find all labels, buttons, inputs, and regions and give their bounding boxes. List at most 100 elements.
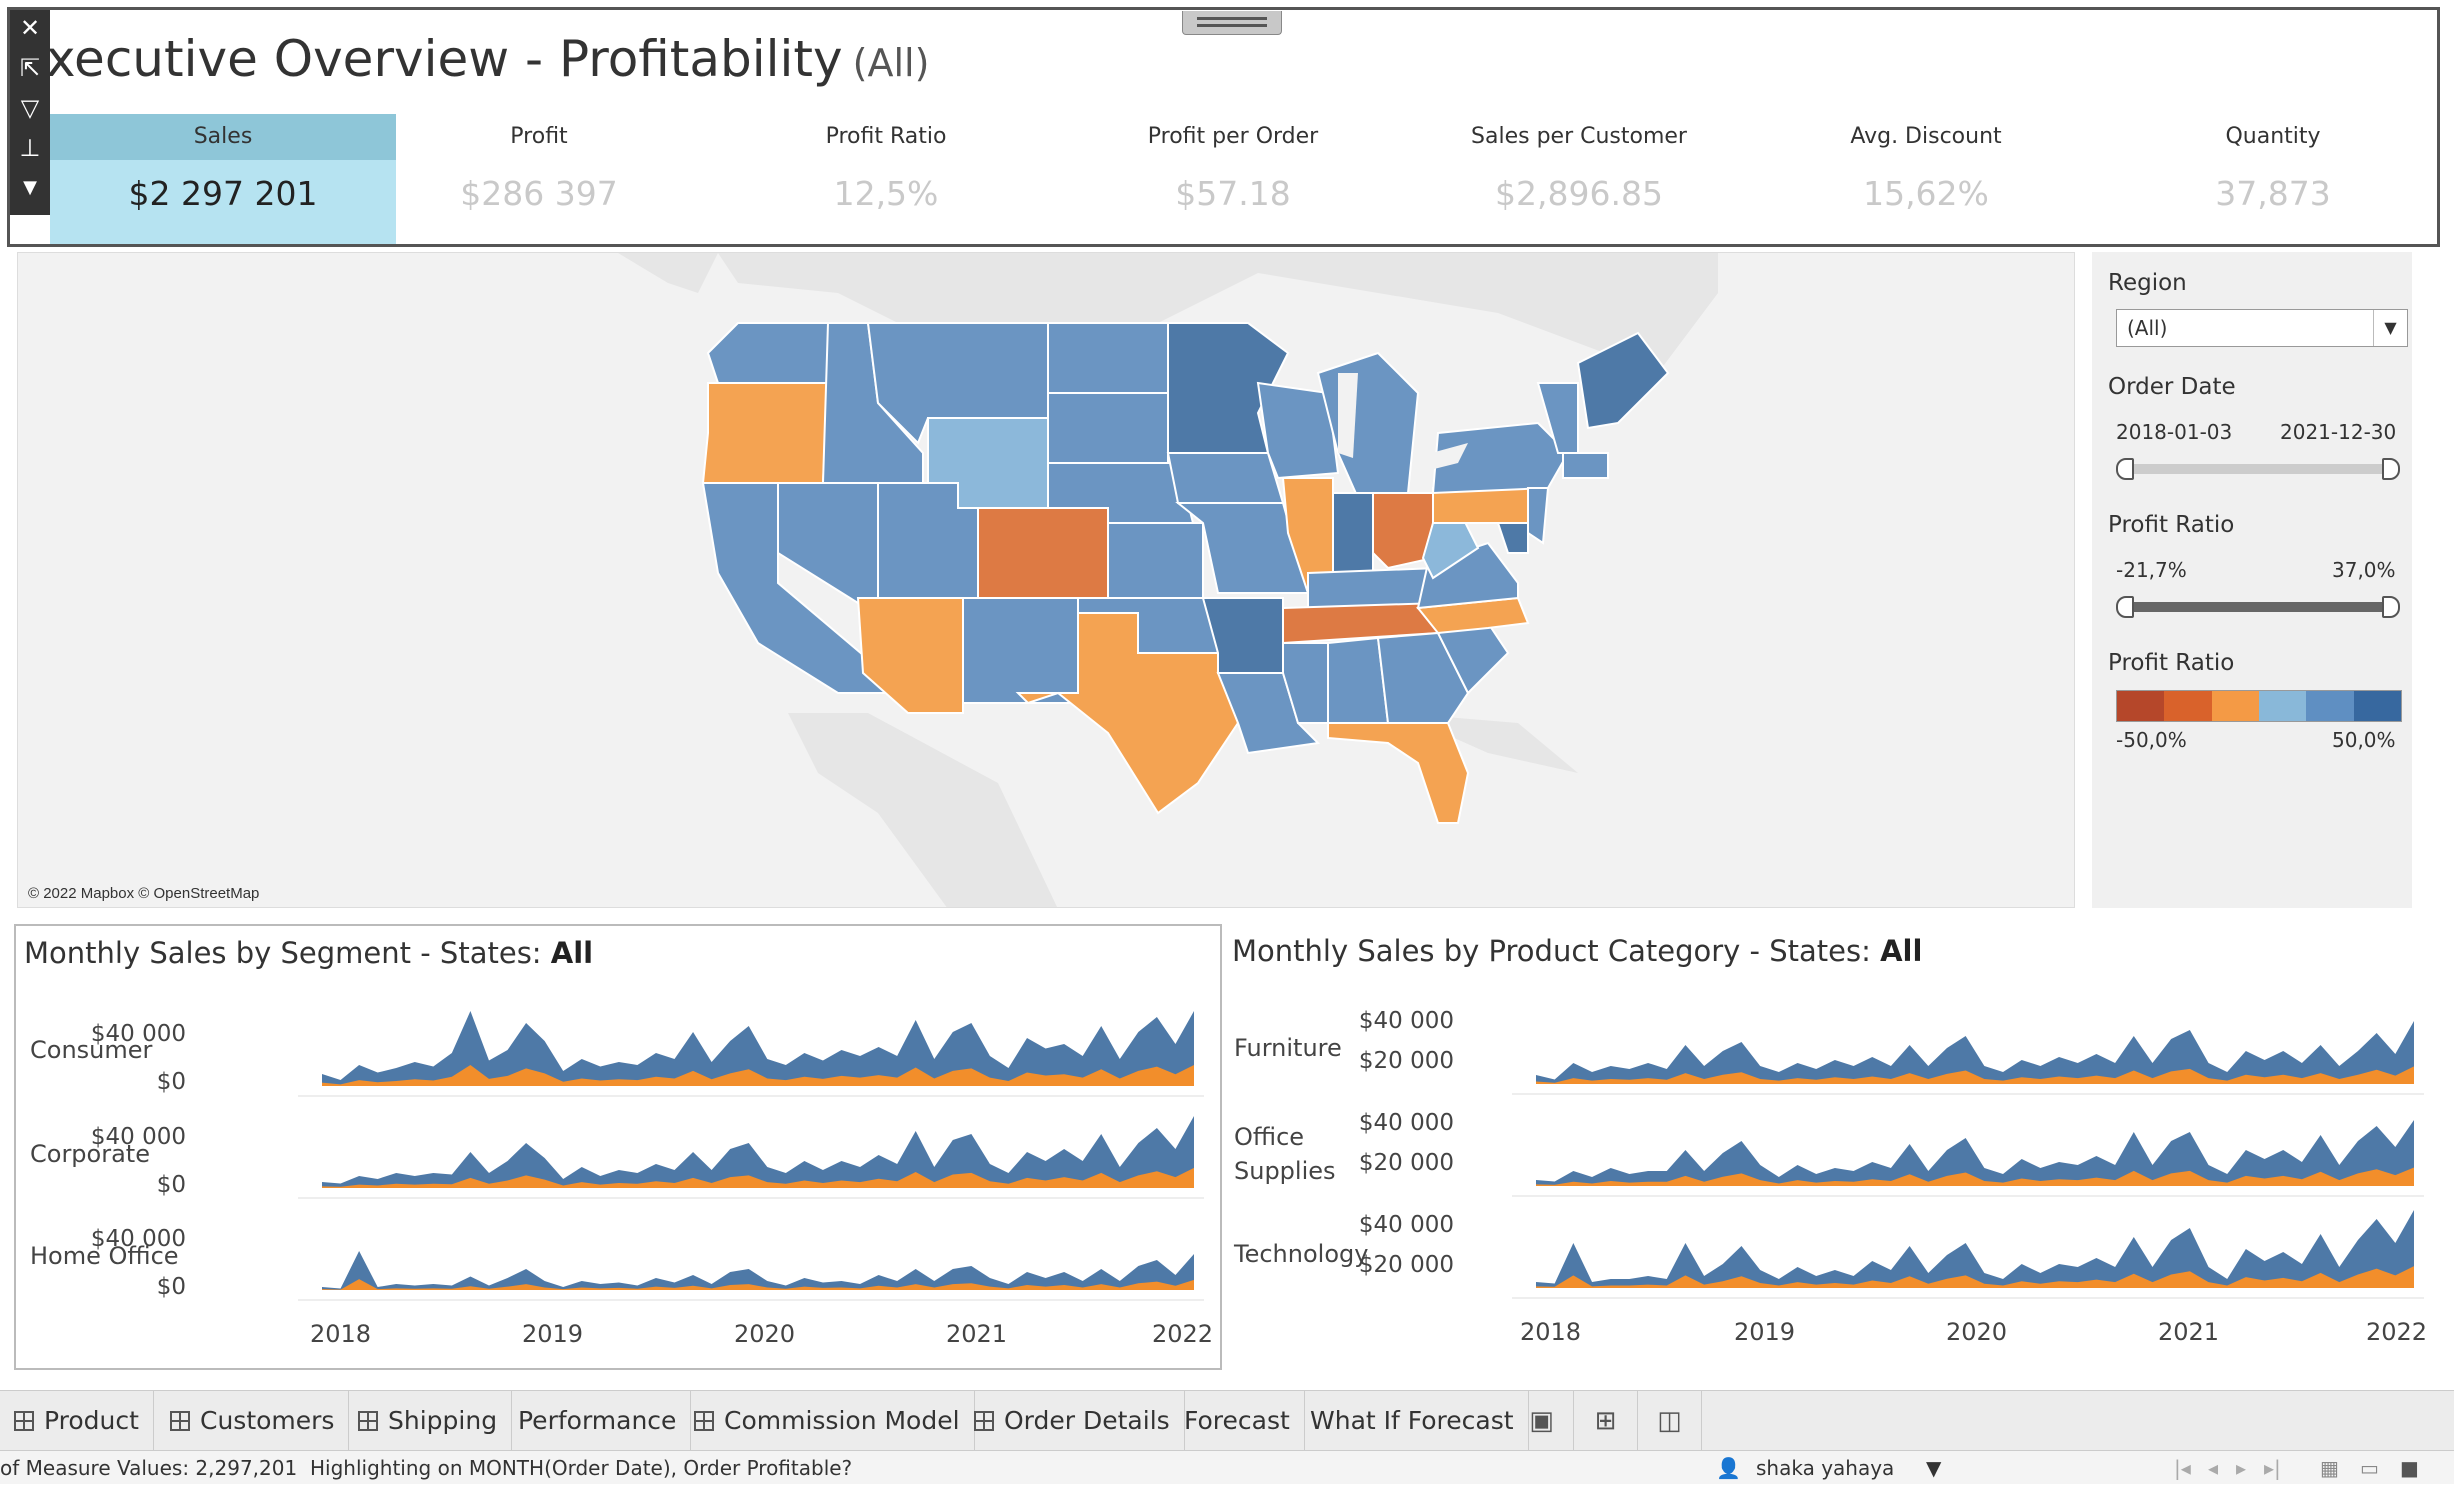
kpi-profit-per-order[interactable]: Profit per Order $57.18 <box>1060 114 1406 244</box>
state-new-mexico[interactable] <box>962 597 1079 704</box>
state-washington[interactable] <box>706 322 829 384</box>
order-date-end-handle[interactable] <box>2382 458 2400 480</box>
region-dropdown[interactable]: (All) ▼ <box>2116 309 2408 347</box>
kpi-label: Avg. Discount <box>1850 124 2002 149</box>
new-story-icon[interactable]: ◫ <box>1638 1391 1702 1451</box>
state-florida[interactable] <box>1327 722 1470 824</box>
profit-ratio-start-handle[interactable] <box>2116 596 2134 618</box>
y-tick: $20 000 <box>1358 1048 1454 1074</box>
x-tick: 2022 <box>1152 1320 1214 1348</box>
legend-swatch <box>2353 691 2401 721</box>
area-series-technology[interactable] <box>1536 1210 2414 1288</box>
region-dropdown-value: (All) <box>2127 316 2168 340</box>
x-tick: 2022 <box>2366 1318 2428 1346</box>
y-tick: $0 <box>156 1172 186 1198</box>
profit-map[interactable]: © 2022 Mapbox © OpenStreetMap <box>17 252 2075 908</box>
y-tick: $20 000 <box>1358 1150 1454 1176</box>
x-tick: 2020 <box>734 1320 796 1348</box>
lake-superior <box>1278 333 1378 358</box>
segment-area-plot[interactable] <box>298 996 1204 1314</box>
tab-order-details[interactable]: Order Details <box>960 1391 1185 1451</box>
kpi-profit[interactable]: Profit $286 397 <box>366 114 712 244</box>
kpi-value: 37,873 <box>2215 174 2331 213</box>
category-chart-title: Monthly Sales by Product Category - Stat… <box>1232 934 1922 968</box>
state-colorado[interactable] <box>977 507 1109 599</box>
state-oregon[interactable] <box>701 382 830 484</box>
tab-performance[interactable]: Performance <box>504 1391 692 1451</box>
kpi-sales-per-customer[interactable]: Sales per Customer $2,896.85 <box>1406 114 1752 244</box>
kpi-label: Profit Ratio <box>825 124 947 149</box>
state-michigan[interactable] <box>1316 351 1420 500</box>
title-text: xecutive Overview - Profitability <box>46 30 843 88</box>
legend-swatch <box>2164 691 2212 721</box>
state-massachusetts[interactable] <box>1562 452 1609 479</box>
state-south-dakota[interactable] <box>1047 392 1169 464</box>
kpi-avg-discount[interactable]: Avg. Discount 15,62% <box>1753 114 2099 244</box>
tab-view-icon[interactable]: ■ <box>2400 1451 2419 1485</box>
first-page-icon[interactable]: |◂ <box>2174 1451 2191 1485</box>
state-iowa[interactable] <box>1166 452 1285 504</box>
state-indiana[interactable] <box>1332 492 1374 585</box>
tab-shipping[interactable]: Shipping <box>344 1391 513 1451</box>
state-nevada[interactable] <box>777 482 879 604</box>
kpi-profit-ratio[interactable]: Profit Ratio 12,5% <box>713 114 1059 244</box>
filmstrip-view-icon[interactable]: ▭ <box>2360 1451 2379 1485</box>
grid-view-icon[interactable]: ▦ <box>2320 1451 2339 1485</box>
prev-page-icon[interactable]: ◂ <box>2208 1451 2218 1485</box>
chevron-down-icon[interactable]: ▼ <box>2373 310 2407 346</box>
dashboard-title: xecutive Overview - Profitability (All) <box>46 30 929 88</box>
kpi-label: Profit <box>510 124 568 149</box>
title-suffix: (All) <box>852 41 930 85</box>
status-bar: of Measure Values: 2,297,201 Highlightin… <box>0 1450 2454 1484</box>
area-series-furniture[interactable] <box>1536 1021 2414 1084</box>
tab-forecast[interactable]: Forecast <box>1170 1391 1305 1451</box>
grid-icon <box>974 1411 994 1431</box>
category-chart[interactable]: Monthly Sales by Product Category - Stat… <box>1224 924 2440 1370</box>
state-arizona[interactable] <box>856 597 964 714</box>
tab-commission-model[interactable]: Commission Model <box>680 1391 975 1451</box>
area-series-corporate[interactable] <box>322 1116 1194 1188</box>
state-maryland[interactable] <box>1496 522 1529 554</box>
filter-icon[interactable]: ▽ <box>16 94 44 122</box>
profit-ratio-slider[interactable] <box>2124 602 2394 612</box>
chart-title-bold: All <box>550 936 594 970</box>
user-icon: 👤 <box>1716 1456 1741 1480</box>
profit-ratio-legend-label: Profit Ratio <box>2108 650 2235 676</box>
close-icon[interactable]: ✕ <box>16 14 44 42</box>
tab-what-if-forecast[interactable]: What If Forecast <box>1296 1391 1529 1451</box>
more-icon[interactable]: ▼ <box>16 174 44 202</box>
kpi-sales[interactable]: Sales $2 297 201 <box>50 114 396 244</box>
y-tick: $20 000 <box>1358 1252 1454 1278</box>
tab-customers[interactable]: Customers <box>156 1391 350 1451</box>
state-north-dakota[interactable] <box>1047 322 1169 394</box>
drag-handle[interactable] <box>1182 11 1282 35</box>
status-measure: of Measure Values: 2,297,201 <box>0 1456 298 1480</box>
user-name[interactable]: shaka yahaya <box>1756 1451 1894 1485</box>
tab-label: Order Details <box>1004 1406 1170 1435</box>
last-page-icon[interactable]: ▸| <box>2264 1451 2281 1485</box>
chevron-down-icon[interactable]: ▼ <box>1926 1451 1941 1485</box>
pin-icon[interactable]: ⊥ <box>16 134 44 162</box>
state-kansas[interactable] <box>1107 522 1204 599</box>
new-dashboard-icon[interactable]: ⊞ <box>1574 1391 1638 1451</box>
y-tick: $40 000 <box>90 1124 186 1150</box>
dashboard: xecutive Overview - Profitability (All) ✕… <box>0 0 2454 1484</box>
order-date-start-handle[interactable] <box>2116 458 2134 480</box>
y-tick: $40 000 <box>90 1021 186 1047</box>
kpi-value: 12,5% <box>833 174 939 213</box>
tab-product[interactable]: Product <box>0 1391 154 1451</box>
profit-ratio-end-handle[interactable] <box>2382 596 2400 618</box>
kpi-quantity[interactable]: Quantity 37,873 <box>2100 114 2437 244</box>
tab-label: Customers <box>200 1406 335 1435</box>
segment-chart[interactable]: Monthly Sales by Segment - States: All C… <box>14 924 1222 1370</box>
area-series-home-office[interactable] <box>322 1251 1194 1290</box>
next-page-icon[interactable]: ▸ <box>2236 1451 2246 1485</box>
us-state-map[interactable]: © 2022 Mapbox © OpenStreetMap <box>18 253 2075 908</box>
category-area-plot[interactable] <box>1512 994 2424 1312</box>
new-sheet-icon[interactable]: ▣ <box>1510 1391 1574 1451</box>
order-date-slider[interactable] <box>2124 464 2394 474</box>
open-external-icon[interactable]: ⇱ <box>16 54 44 82</box>
state-new-jersey[interactable] <box>1527 487 1550 545</box>
kpi-header: xecutive Overview - Profitability (All) ✕… <box>7 7 2440 247</box>
profit-ratio-min: -21,7% <box>2116 558 2187 582</box>
